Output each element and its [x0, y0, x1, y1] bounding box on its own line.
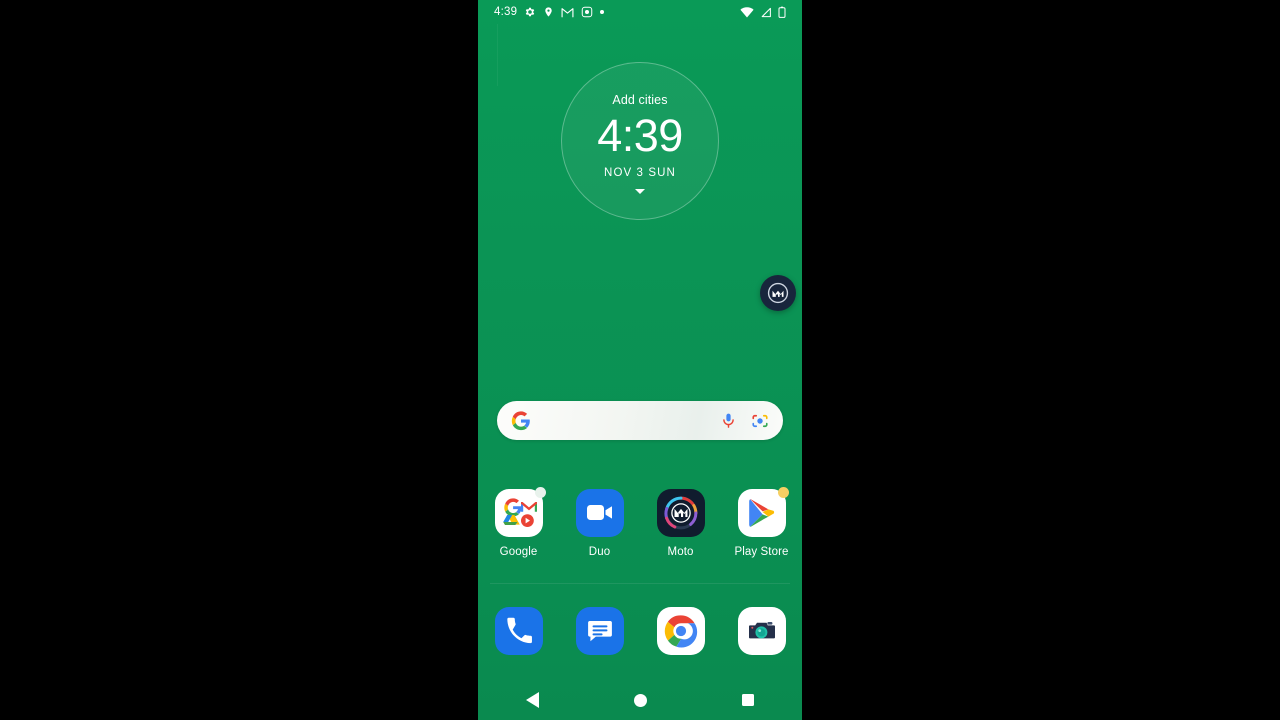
- cellular-signal-icon: [761, 7, 771, 17]
- navigation-bar: [478, 680, 802, 720]
- moto-icon: [663, 496, 697, 530]
- app-icon-moto[interactable]: Moto: [640, 489, 721, 558]
- dock-icon-messages[interactable]: [559, 607, 640, 655]
- app-label: Duo: [588, 546, 611, 558]
- status-bar-clock: 4:39: [494, 6, 518, 18]
- location-pin-icon: [545, 7, 552, 17]
- google-lens-button[interactable]: [751, 412, 769, 430]
- phone-icon: [506, 617, 532, 644]
- wallpaper-edge-artifact: [497, 24, 498, 86]
- google-lens-icon: [752, 414, 768, 427]
- play-store-icon: [748, 499, 774, 527]
- app-label: Google: [499, 546, 538, 558]
- dock-icon-chrome[interactable]: [640, 607, 721, 655]
- voice-search-button[interactable]: [720, 412, 737, 429]
- app-label: Moto: [667, 546, 694, 558]
- nav-home-button[interactable]: [586, 693, 694, 707]
- messages-icon: [587, 620, 612, 642]
- add-cities-label[interactable]: Add cities: [612, 93, 667, 107]
- settings-gear-icon: [525, 7, 535, 17]
- nav-back-button[interactable]: [478, 692, 586, 708]
- home-circle-icon: [633, 693, 647, 707]
- camera-icon: [748, 622, 775, 639]
- motorola-logo-icon: [767, 282, 789, 304]
- wifi-icon: [740, 6, 754, 17]
- app-icon-duo[interactable]: Duo: [559, 489, 640, 558]
- dock-icon-phone[interactable]: [478, 607, 559, 655]
- app-label: Play Store: [734, 546, 789, 558]
- screenshot-stage: 4:39 Add cities 4:39 NOV 3 SUN Google Du…: [0, 0, 1280, 720]
- notification-badge: [777, 487, 789, 498]
- recents-square-icon: [742, 694, 754, 706]
- back-triangle-icon: [525, 692, 539, 708]
- status-bar: 4:39: [478, 0, 802, 24]
- google-search-bar[interactable]: [497, 401, 783, 440]
- moto-floating-bubble[interactable]: [760, 275, 796, 311]
- duo-icon: [586, 505, 612, 520]
- app-grid-row: Google Duo Moto Play Store: [478, 487, 802, 558]
- chevron-down-icon[interactable]: [635, 188, 645, 194]
- app-icon-google-folder[interactable]: Google: [478, 487, 559, 558]
- dock-icon-camera[interactable]: [721, 607, 802, 655]
- clock-widget[interactable]: Add cities 4:39 NOV 3 SUN: [561, 62, 719, 220]
- dock-divider: [490, 583, 790, 584]
- dock: [478, 607, 802, 655]
- more-notifications-dot-icon: [600, 10, 605, 14]
- status-bar-right: [740, 6, 786, 18]
- google-g-icon: [511, 410, 530, 430]
- nav-recents-button[interactable]: [694, 694, 802, 706]
- status-bar-left: 4:39: [494, 6, 605, 18]
- microphone-icon: [723, 413, 734, 428]
- battery-icon: [778, 6, 786, 18]
- clock-date: NOV 3 SUN: [604, 166, 676, 179]
- clock-time: 4:39: [597, 109, 683, 161]
- notification-badge: [534, 487, 546, 498]
- screen-record-icon: [581, 6, 593, 18]
- gmail-icon: [561, 7, 574, 17]
- app-icon-play-store[interactable]: Play Store: [721, 487, 802, 558]
- phone-home-screen: 4:39 Add cities 4:39 NOV 3 SUN Google Du…: [478, 0, 802, 720]
- chrome-icon: [664, 615, 697, 648]
- google-folder-icon: [502, 498, 537, 527]
